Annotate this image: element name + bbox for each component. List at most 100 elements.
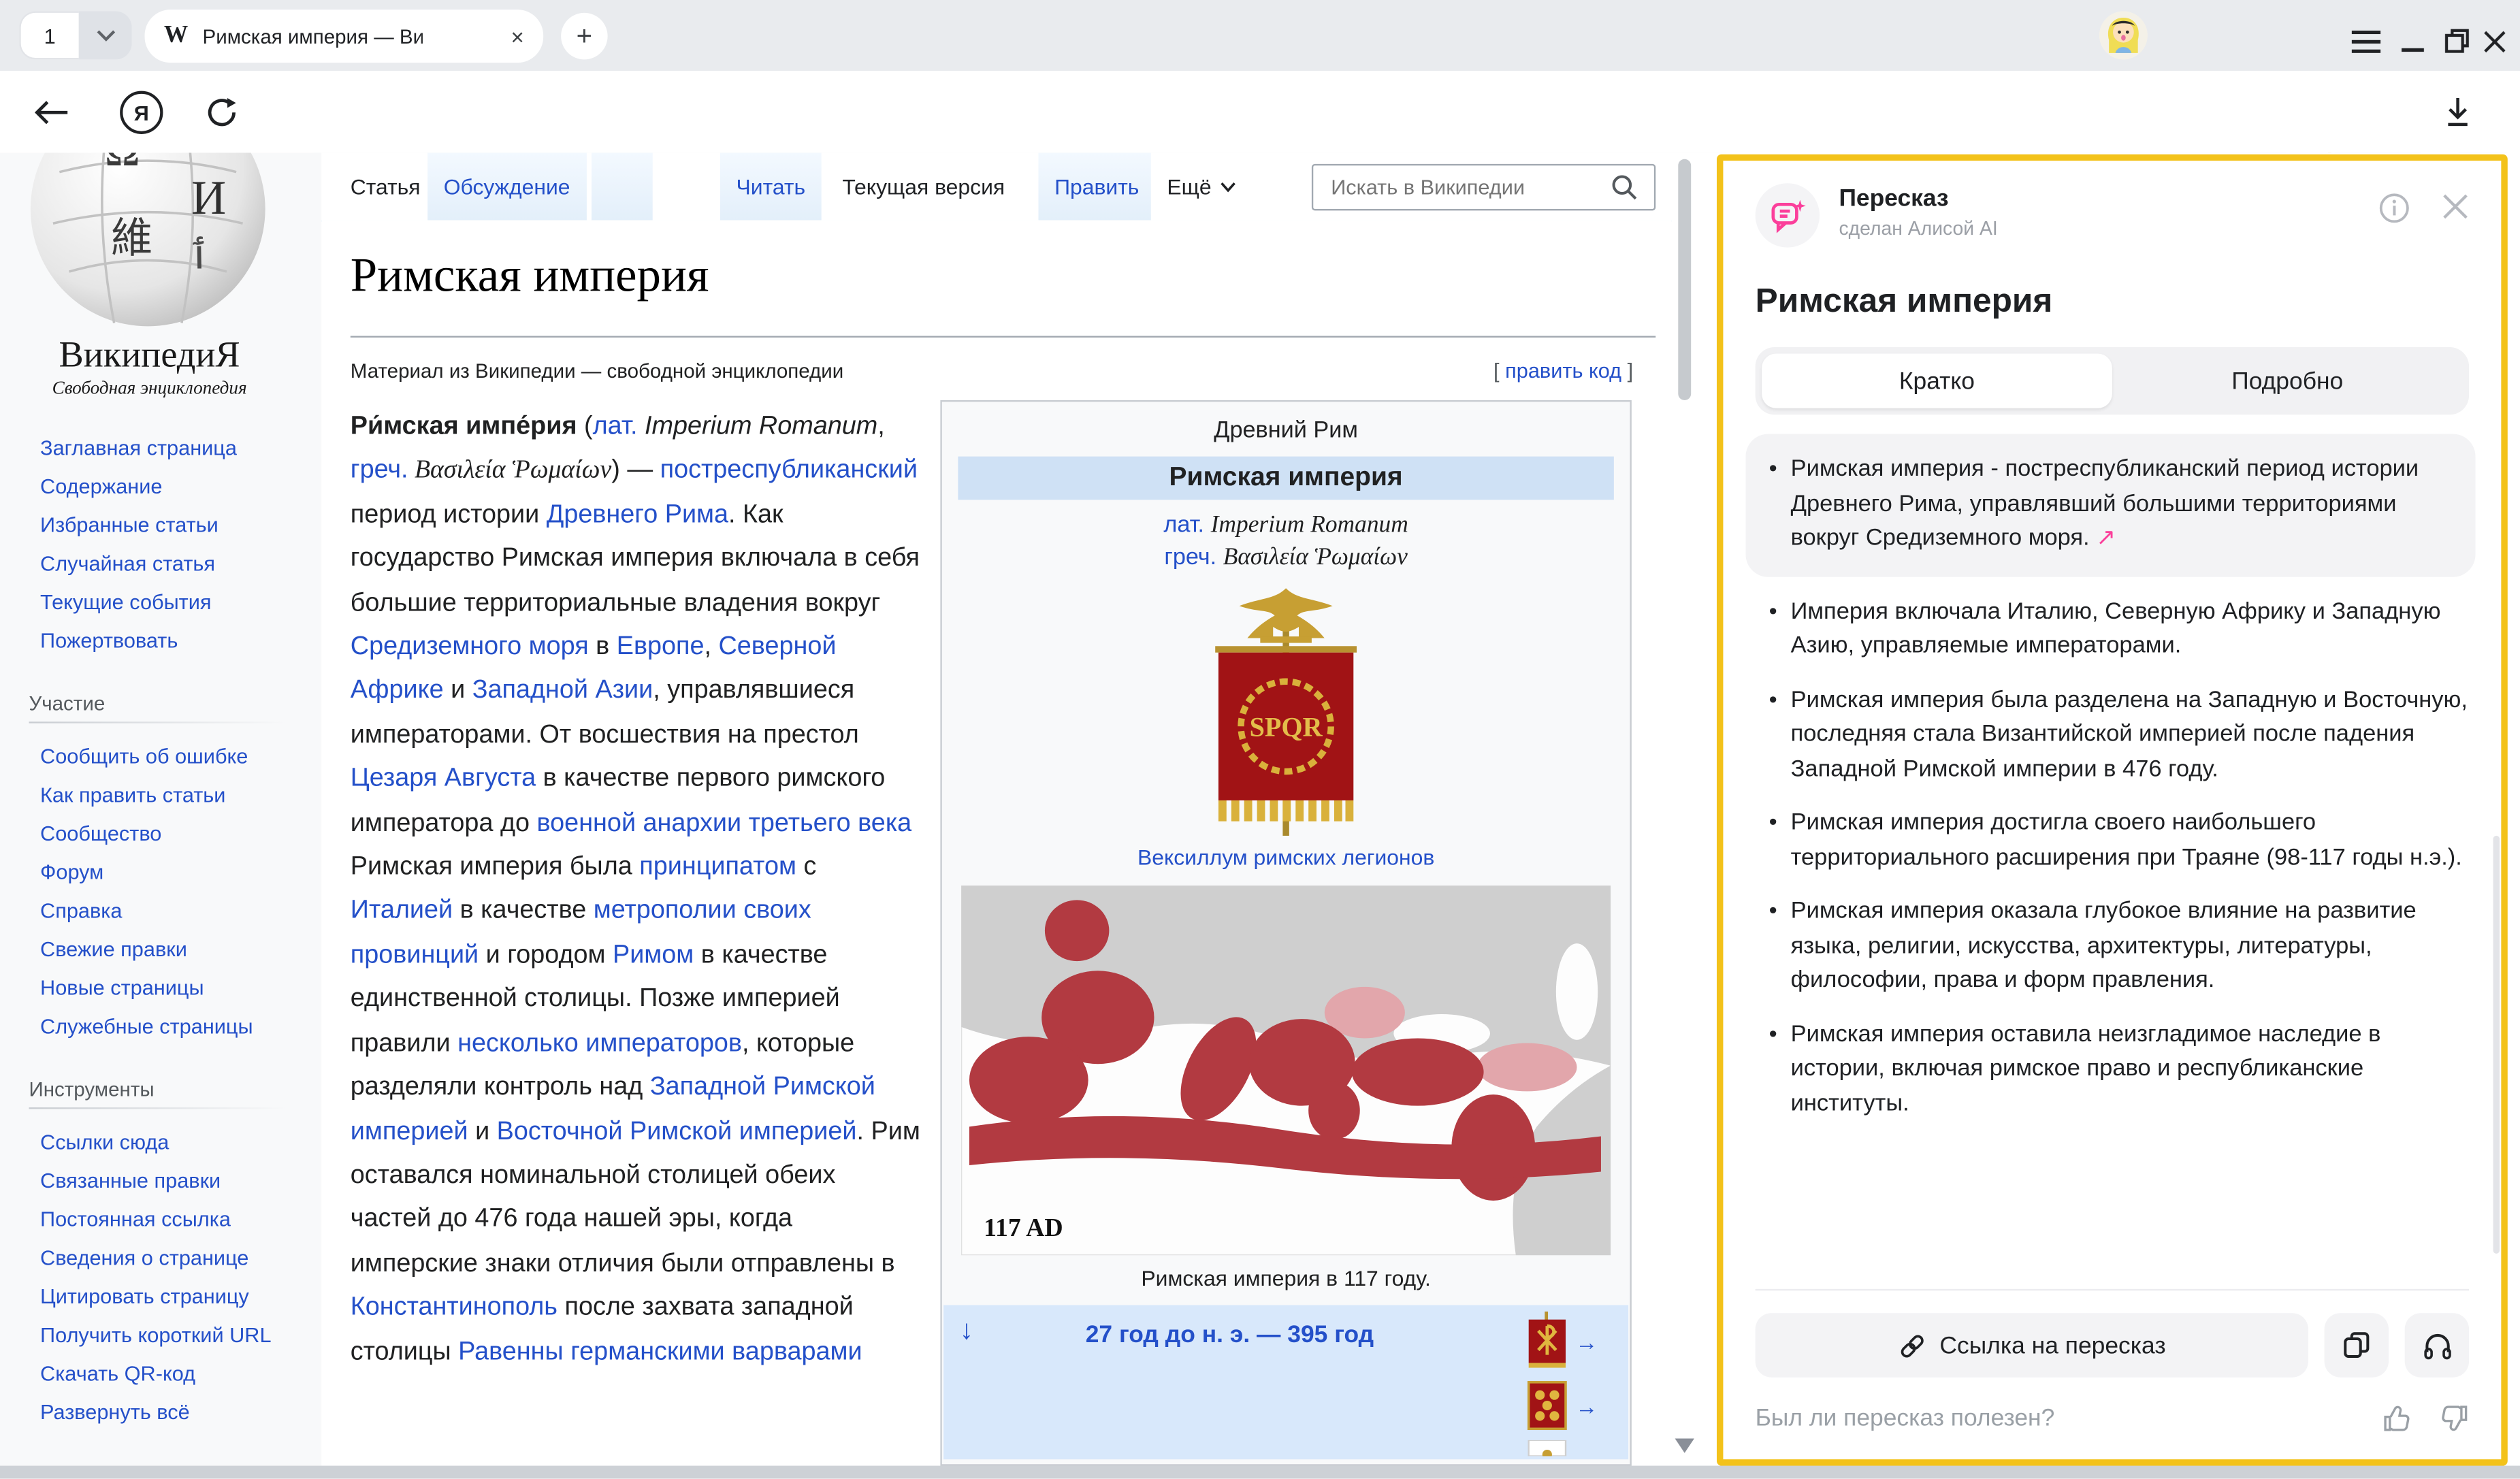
new-tab-button[interactable]: + [561, 13, 607, 59]
tab-group-control[interactable]: 1 [19, 12, 131, 60]
tab-brief[interactable]: Кратко [1762, 354, 2112, 408]
wikipedia-globe-logo[interactable]: Ω W И 維 ٲ [27, 152, 268, 329]
sidebar-item-report-error[interactable]: Сообщить об ошибке [40, 738, 306, 777]
listen-button[interactable] [2405, 1313, 2469, 1377]
sidebar-item-new-pages[interactable]: Новые страницы [40, 969, 306, 1008]
tab-title: Римская империя — Ви [203, 25, 464, 48]
sidebar-item-forum[interactable]: Форум [40, 854, 306, 892]
article-byline: Материал из Википедии — свободной энцикл… [351, 360, 843, 383]
panel-subtitle: сделан Алисой AI [1839, 217, 1997, 240]
chevron-down-icon [1219, 181, 1235, 193]
vexillum-image[interactable]: SPQR [942, 585, 1630, 839]
bracket: [ [1493, 359, 1500, 383]
article-scrollbar[interactable] [1672, 152, 1698, 1465]
sidebar-item-contents[interactable]: Содержание [40, 468, 306, 506]
lead-paragraph: Ри́мская импе́рия (лат. Imperium Romanum… [351, 405, 923, 1374]
tab-read[interactable]: Читать [720, 152, 822, 220]
arrow-right[interactable]: → [1575, 1329, 1598, 1355]
wikipedia-sidebar: Ω W И 維 ٲ ВикипедиЯ Свободная энциклопед… [0, 152, 321, 1465]
tab-group-count[interactable]: 1 [19, 12, 78, 60]
copy-retell-link-button[interactable]: Ссылка на пересказ [1756, 1313, 2308, 1377]
svg-text:Ω: Ω [104, 152, 140, 176]
tab-current-version[interactable]: Текущая версия [826, 152, 1021, 220]
bullet-text: Римская империя - постреспубликанский пе… [1791, 453, 2453, 557]
browser-tab[interactable]: W Римская империя — Ви × [145, 10, 544, 63]
timeline-years-link[interactable]: 27 год до н. э. — 395 год [943, 1321, 1516, 1348]
tab-detailed[interactable]: Подробно [2112, 354, 2463, 408]
search-input[interactable] [1328, 174, 1608, 201]
tab-close-icon[interactable]: × [511, 25, 523, 48]
minimize-icon[interactable] [2397, 0, 2429, 82]
sidebar-nav-tools: Ссылки сюда Связанные правки Постоянная … [40, 1124, 285, 1432]
panel-scrollbar-thumb[interactable] [2493, 836, 2500, 1254]
back-icon[interactable] [29, 71, 74, 152]
sidebar-item-permanent-link[interactable]: Постоянная ссылка [40, 1201, 285, 1239]
sidebar-nav-participation: Сообщить об ошибке Как править статьи Со… [40, 738, 306, 1046]
bullet-marker: • [1756, 1018, 1791, 1122]
sidebar-item-current-events[interactable]: Текущие события [40, 583, 306, 622]
close-window-icon[interactable] [2478, 0, 2510, 82]
sidebar-item-help[interactable]: Справка [40, 892, 306, 931]
highlighted-bullet[interactable]: • Римская империя - постреспубликанский … [1745, 434, 2475, 576]
bullet-marker: • [1756, 807, 1791, 876]
arrow-right[interactable]: → [1575, 1393, 1598, 1419]
dots-flag-icon[interactable] [1525, 1380, 1569, 1432]
panel-heading: Римская империя [1756, 283, 2469, 322]
link-icon [1898, 1331, 1925, 1359]
scrollbar-down-arrow[interactable] [1675, 1438, 1694, 1452]
scrollbar-thumb[interactable] [1678, 159, 1691, 400]
wikipedia-search-box[interactable] [1312, 164, 1655, 210]
infobox-greek-name: греч. Βασιλεία Ῥωμαίων [942, 545, 1630, 572]
tab-article[interactable]: Статья [334, 152, 436, 220]
sidebar-item-community[interactable]: Сообщество [40, 815, 306, 854]
sidebar-item-how-to-edit[interactable]: Как править статьи [40, 777, 306, 815]
horizontal-scrollbar[interactable] [0, 1466, 2520, 1479]
sidebar-item-what-links-here[interactable]: Ссылки сюда [40, 1124, 285, 1163]
info-icon[interactable] [2379, 193, 2410, 223]
tab-group-chevron-icon[interactable] [79, 12, 132, 60]
menu-icon[interactable] [2347, 0, 2386, 82]
thumbs-down-icon[interactable] [2438, 1403, 2469, 1434]
greek-name: Βασιλεία Ῥωμαίων [1223, 545, 1408, 571]
sidebar-item-related-changes[interactable]: Связанные правки [40, 1162, 285, 1201]
sidebar-item-donate[interactable]: Пожертвовать [40, 622, 306, 661]
svg-text:И: И [191, 172, 226, 225]
downloads-icon[interactable] [2434, 71, 2482, 152]
latin-label-link[interactable]: лат. [1163, 513, 1204, 538]
infobox-superheader[interactable]: Древний Рим [942, 418, 1630, 444]
greek-label-link[interactable]: греч. [1164, 545, 1216, 571]
sidebar-item-qr-code[interactable]: Скачать QR-код [40, 1355, 285, 1394]
copy-text-button[interactable] [2325, 1313, 2389, 1377]
search-icon[interactable] [1611, 174, 1638, 201]
sidebar-item-page-info[interactable]: Сведения о странице [40, 1239, 285, 1278]
vexillum-caption-link[interactable]: Вексиллум римских легионов [942, 845, 1630, 869]
refresh-icon[interactable] [199, 71, 244, 152]
sidebar-item-main-page[interactable]: Заглавная страница [40, 429, 306, 468]
avatar[interactable] [2099, 12, 2148, 60]
bullet-item: • Римская империя оставила неизгладимое … [1756, 1018, 2469, 1122]
sidebar-item-random[interactable]: Случайная статья [40, 545, 306, 584]
partial-flag-icon[interactable] [1525, 1440, 1569, 1457]
close-panel-icon[interactable] [2442, 193, 2469, 220]
sidebar-item-special-pages[interactable]: Служебные страницы [40, 1008, 306, 1047]
edit-code-label[interactable]: править код [1505, 359, 1621, 383]
tab-edit[interactable]: Править [1038, 152, 1155, 220]
restore-icon[interactable] [2440, 0, 2472, 82]
bullet-item: • Римская империя была разделена на Запа… [1756, 684, 2469, 787]
sidebar-item-recent-changes[interactable]: Свежие правки [40, 930, 306, 969]
bullet-item: • Империя включала Италию, Северную Афри… [1756, 596, 2469, 665]
thumbs-up-icon[interactable] [2382, 1403, 2413, 1434]
wikipedia-wordmark[interactable]: ВикипедиЯ [0, 334, 299, 376]
source-link-arrow-icon[interactable]: ↗ [2096, 525, 2116, 551]
tab-talk[interactable]: Обсуждение [427, 152, 586, 220]
sidebar-item-expand-all[interactable]: Развернуть всё [40, 1393, 285, 1432]
sidebar-item-featured[interactable]: Избранные статьи [40, 506, 306, 545]
empire-map-image[interactable]: 117 AD [942, 885, 1630, 1255]
sidebar-item-short-url[interactable]: Получить короткий URL [40, 1316, 285, 1355]
sidebar-item-cite-page[interactable]: Цитировать страницу [40, 1278, 285, 1316]
bullet-marker: • [1756, 453, 1791, 557]
yandex-icon[interactable]: Я [116, 71, 167, 152]
labarum-flag-icon[interactable] [1525, 1312, 1569, 1373]
edit-code-link[interactable]: [ править код ] [1493, 359, 1633, 383]
tab-more[interactable]: Ещё [1151, 152, 1252, 220]
